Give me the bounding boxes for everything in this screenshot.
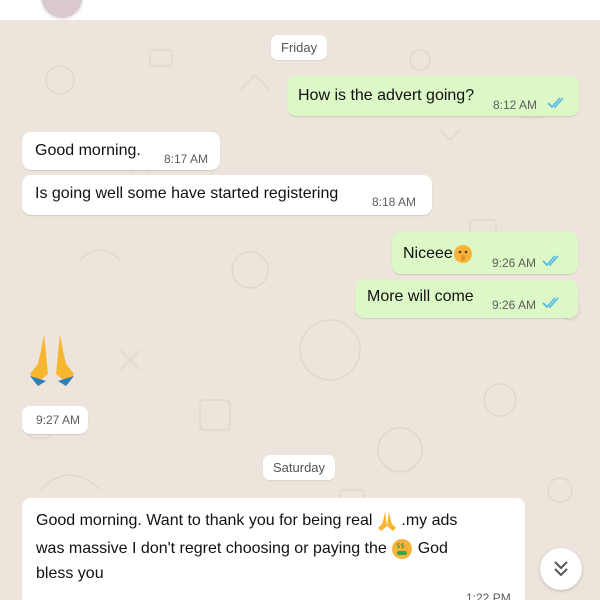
message-line: bless you [36,565,104,583]
message-text: God [417,540,448,558]
read-receipt-icon [542,297,559,309]
message-time: 8:17 AM [164,152,209,166]
read-receipt-icon [547,97,564,109]
message-time: 9:27 AM [36,413,81,427]
message-bubble-outgoing[interactable]: More will come 9:26 AM [355,280,578,318]
time-chip: 9:27 AM [22,406,88,434]
date-separator: Friday [271,35,328,60]
message-bubble-incoming[interactable]: Good morning. Want to thank you for bein… [22,498,525,600]
message-time: 1:22 PM [466,591,511,600]
message-text-content: Niceee [403,245,453,263]
message-time: 9:26 AM [492,256,537,270]
message-time: 9:26 AM [492,298,537,312]
date-separator: Saturday [263,455,336,480]
folded-hands-emoji [30,334,74,386]
contact-avatar[interactable] [40,0,84,20]
message-text: How is the advert going? [298,87,475,104]
message-emoji-only[interactable]: 9:27 AM [22,330,92,440]
message-bubble-outgoing[interactable]: How is the advert going? 8:12 AM [287,76,579,116]
chat-header [0,0,600,20]
message-text: Niceee [403,244,473,264]
chat-area[interactable]: Friday How is the advert going? 8:12 AM … [0,20,600,600]
date-label: Friday [281,40,318,55]
message-bubble-outgoing[interactable]: Niceee 9:26 AM [392,232,578,274]
message-text: Good morning. [35,142,141,159]
message-bubble-incoming[interactable]: Is going well some have started register… [22,175,432,215]
message-text: .my ads [401,512,458,530]
message-text: More will come [367,288,474,305]
shushing-face-emoji [453,245,472,263]
message-text: was massive I don't regret choosing or p… [36,540,387,558]
svg-text:$$: $$ [396,542,405,550]
scroll-to-bottom-button[interactable] [540,548,582,590]
message-line: was massive I don't regret choosing or p… [36,538,448,560]
message-time: 8:18 AM [372,195,417,209]
message-time: 8:12 AM [493,98,538,112]
folded-hands-emoji [377,511,396,531]
read-receipt-icon [542,255,559,267]
message-line: Good morning. Want to thank you for bein… [36,510,457,532]
message-text: Good morning. Want to thank you for bein… [36,512,373,530]
date-label: Saturday [273,460,326,475]
money-mouth-face-emoji: $$ [392,539,413,559]
message-text: Is going well some have started register… [35,185,339,202]
double-chevron-down-icon [554,561,568,577]
message-text: bless you [36,565,104,582]
message-bubble-incoming[interactable]: Good morning. 8:17 AM [22,132,220,170]
